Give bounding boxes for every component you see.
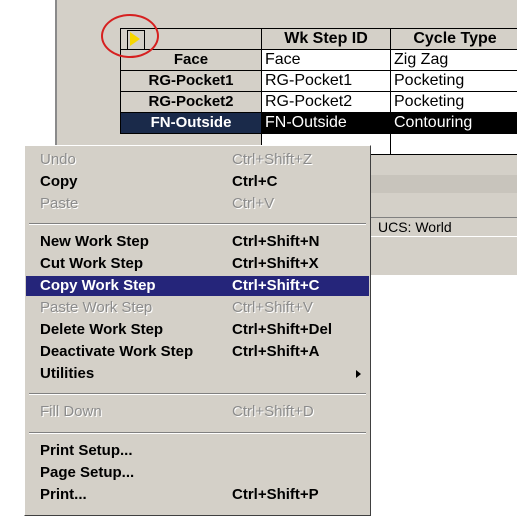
menu-item-deactivate-work-step[interactable]: Deactivate Work Step Ctrl+Shift+A	[26, 342, 369, 362]
column-header-step-id[interactable]: Wk Step ID	[261, 28, 391, 50]
menu-item-label: Deactivate Work Step	[40, 343, 194, 360]
cycle-type-cell[interactable]: Pocketing	[390, 70, 517, 92]
step-id-cell[interactable]: RG-Pocket2	[261, 91, 391, 113]
horizontal-scrollbar[interactable]	[370, 175, 517, 193]
menu-item-paste-work-step[interactable]: Paste Work Step Ctrl+Shift+V	[26, 298, 369, 318]
menu-item-cut-work-step[interactable]: Cut Work Step Ctrl+Shift+X	[26, 254, 369, 274]
menu-item-new-work-step[interactable]: New Work Step Ctrl+Shift+N	[26, 232, 369, 252]
menu-item-shortcut: Ctrl+Shift+V	[232, 299, 313, 316]
menu-item-label: Paste Work Step	[40, 299, 153, 316]
row-header[interactable]: RG-Pocket1	[120, 70, 262, 92]
row-header[interactable]: FN-Outside	[120, 112, 262, 134]
menu-item-label: Undo	[40, 151, 76, 168]
empty-cell[interactable]	[390, 133, 517, 155]
ucs-status: UCS: World	[370, 217, 517, 237]
step-id-cell[interactable]: RG-Pocket1	[261, 70, 391, 92]
menu-item-copy-work-step[interactable]: Copy Work Step Ctrl+Shift+C	[26, 276, 369, 296]
column-header-cycle-type[interactable]: Cycle Type	[390, 28, 517, 50]
menu-item-label: New Work Step	[40, 233, 149, 250]
menu-item-shortcut: Ctrl+Shift+Del	[232, 321, 333, 338]
menu-item-label: Print...	[40, 486, 87, 503]
menu-item-copy[interactable]: Copy Ctrl+C	[26, 172, 369, 192]
menu-item-label: Print Setup...	[40, 442, 133, 459]
cycle-type-cell[interactable]: Pocketing	[390, 91, 517, 113]
menu-item-shortcut: Ctrl+Shift+X	[232, 255, 319, 272]
menu-item-page-setup[interactable]: Page Setup...	[26, 463, 369, 483]
menu-item-label: Page Setup...	[40, 464, 135, 481]
menu-item-paste[interactable]: Paste Ctrl+V	[26, 194, 369, 214]
menu-item-print-setup[interactable]: Print Setup...	[26, 441, 369, 461]
menu-item-shortcut: Ctrl+Shift+Z	[232, 151, 313, 168]
menu-item-label: Fill Down	[40, 403, 102, 420]
menu-separator	[29, 223, 366, 225]
menu-item-label: Utilities	[40, 365, 95, 382]
menu-item-shortcut: Ctrl+C	[232, 173, 278, 190]
menu-item-label: Cut Work Step	[40, 255, 144, 272]
menu-item-fill-down[interactable]: Fill Down Ctrl+Shift+D	[26, 402, 369, 422]
cycle-type-cell[interactable]: Contouring	[390, 112, 517, 134]
menu-item-label: Copy	[40, 173, 78, 190]
menu-item-undo[interactable]: Undo Ctrl+Shift+Z	[26, 150, 369, 170]
menu-item-label: Delete Work Step	[40, 321, 164, 338]
menu-separator	[29, 393, 366, 395]
menu-item-label: Paste	[40, 195, 79, 212]
menu-separator	[29, 432, 366, 434]
annotation-circle	[101, 14, 159, 58]
step-id-cell[interactable]: Face	[261, 49, 391, 71]
step-id-cell[interactable]: FN-Outside	[261, 112, 391, 134]
menu-item-shortcut: Ctrl+Shift+P	[232, 486, 319, 503]
menu-item-shortcut: Ctrl+V	[232, 195, 275, 212]
cycle-type-cell[interactable]: Zig Zag	[390, 49, 517, 71]
row-header[interactable]: RG-Pocket2	[120, 91, 262, 113]
submenu-arrow-icon	[356, 370, 361, 378]
menu-item-shortcut: Ctrl+Shift+C	[232, 277, 320, 294]
menu-item-label: Copy Work Step	[40, 277, 156, 294]
menu-item-shortcut: Ctrl+Shift+N	[232, 233, 320, 250]
context-menu: Undo Ctrl+Shift+Z Copy Ctrl+C Paste Ctrl…	[24, 145, 371, 516]
menu-item-shortcut: Ctrl+Shift+D	[232, 403, 314, 420]
menu-item-print[interactable]: Print... Ctrl+Shift+P	[26, 485, 369, 505]
menu-item-shortcut: Ctrl+Shift+A	[232, 343, 320, 360]
menu-item-delete-work-step[interactable]: Delete Work Step Ctrl+Shift+Del	[26, 320, 369, 340]
menu-item-utilities[interactable]: Utilities	[26, 364, 369, 384]
